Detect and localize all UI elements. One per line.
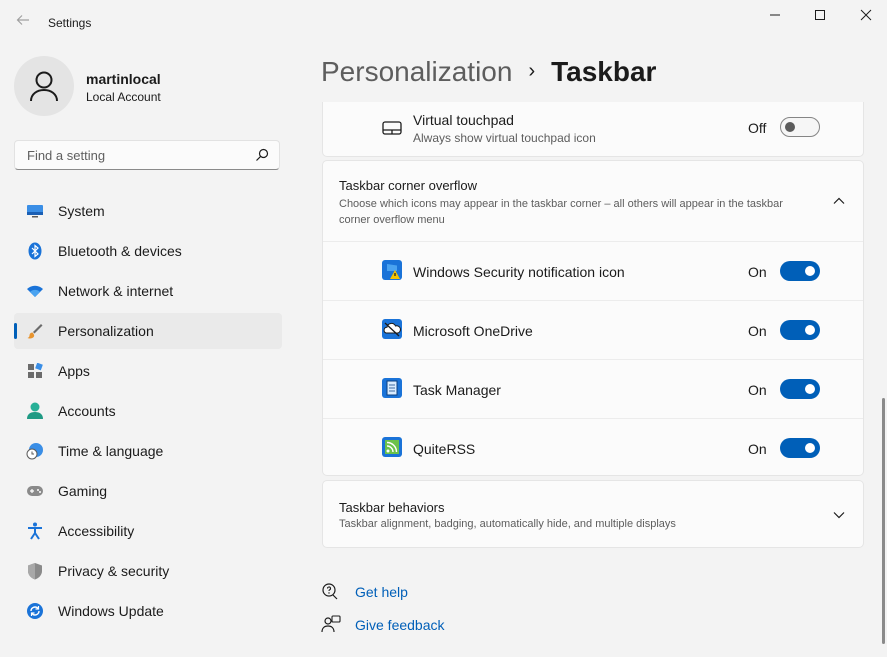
windows-security-icon [381,259,403,281]
touchpad-icon [381,117,403,139]
sidebar-item-accessibility[interactable]: Accessibility [14,513,282,549]
get-help-link[interactable]: Get help [321,582,408,602]
sidebar-nav: System Bluetooth & devices Network & int… [14,193,282,633]
sidebar-item-system[interactable]: System [14,193,282,229]
onedrive-toggle[interactable] [780,320,820,340]
divider [323,359,863,360]
help-icon [321,582,341,602]
toggle-state-label: On [748,323,767,339]
search-icon[interactable] [255,148,269,167]
sidebar-item-personalization[interactable]: Personalization [14,313,282,349]
minimize-button[interactable] [752,0,798,30]
virtual-touchpad-title: Virtual touchpad [413,112,514,128]
accessibility-icon [26,522,44,540]
corner-overflow-card: Taskbar corner overflow Choose which ico… [322,160,864,476]
overflow-item-label: QuiteRSS [413,441,476,457]
sidebar-item-label: Gaming [58,483,108,499]
task-manager-toggle[interactable] [780,379,820,399]
get-help-label[interactable]: Get help [355,584,408,600]
sidebar-item-apps[interactable]: Apps [14,353,282,389]
sidebar-item-label: Privacy & security [58,563,170,579]
corner-overflow-header[interactable]: Taskbar corner overflow Choose which ico… [323,161,863,241]
sidebar-item-privacy[interactable]: Privacy & security [14,553,282,589]
taskbar-behaviors-title: Taskbar behaviors [339,500,445,515]
update-icon [26,602,44,620]
give-feedback-link[interactable]: Give feedback [321,615,445,635]
sidebar-item-time-language[interactable]: Time & language [14,433,282,469]
toggle-state-label: Off [748,120,767,136]
sidebar-item-label: Apps [58,363,90,379]
close-button[interactable] [843,0,887,30]
sidebar-item-bluetooth[interactable]: Bluetooth & devices [14,233,282,269]
virtual-touchpad-subtitle: Always show virtual touchpad icon [413,131,596,145]
avatar[interactable] [14,56,74,116]
divider [323,418,863,419]
taskbar-behaviors-card[interactable]: Taskbar behaviors Taskbar alignment, bad… [322,480,864,548]
maximize-icon [815,10,825,20]
sidebar-item-label: Accessibility [58,523,135,539]
system-icon [26,202,44,220]
chevron-up-icon[interactable] [831,193,847,209]
taskbar-behaviors-description: Taskbar alignment, badging, automaticall… [339,518,676,530]
sidebar-item-label: Bluetooth & devices [58,243,182,259]
sidebar-item-label: System [58,203,105,219]
breadcrumb-separator: › [528,60,536,82]
clock-globe-icon [26,442,44,460]
close-icon [860,9,872,21]
task-manager-icon [381,377,403,399]
sidebar-item-gaming[interactable]: Gaming [14,473,282,509]
page-title: Taskbar [551,56,657,87]
sidebar-item-network[interactable]: Network & internet [14,273,282,309]
sidebar-item-label: Time & language [58,443,164,459]
search-input[interactable] [25,147,249,164]
overflow-item-label: Task Manager [413,382,501,398]
wifi-icon [26,282,44,300]
shield-icon [26,562,44,580]
app-title: Settings [48,16,92,30]
sidebar-item-label: Personalization [58,323,154,339]
sidebar-item-label: Windows Update [58,603,164,619]
quiterss-toggle[interactable] [780,438,820,458]
account-type: Local Account [86,90,161,104]
bluetooth-icon [26,242,44,260]
give-feedback-label[interactable]: Give feedback [355,617,445,633]
accounts-icon [26,402,44,420]
divider [323,241,863,242]
divider [323,300,863,301]
sidebar-item-accounts[interactable]: Accounts [14,393,282,429]
sidebar-item-label: Accounts [58,403,116,419]
gamepad-icon [26,482,44,500]
corner-overflow-title: Taskbar corner overflow [339,178,477,193]
scrollbar[interactable] [882,398,885,644]
overflow-item-label: Microsoft OneDrive [413,323,533,339]
chevron-down-icon[interactable] [831,507,847,523]
feedback-icon [321,615,341,635]
corner-overflow-description: Choose which icons may appear in the tas… [339,198,783,226]
quiterss-icon [381,436,403,458]
search-box[interactable] [14,140,280,170]
back-arrow-icon[interactable] [12,12,34,34]
sidebar-item-label: Network & internet [58,283,174,299]
user-icon [30,71,58,102]
minimize-icon [770,14,780,16]
windows-security-toggle[interactable] [780,261,820,281]
virtual-touchpad-toggle[interactable] [780,117,820,137]
virtual-touchpad-card: Virtual touchpad Always show virtual tou… [322,102,864,157]
sidebar-item-windows-update[interactable]: Windows Update [14,593,282,629]
onedrive-icon [381,318,403,340]
brush-icon [26,322,44,340]
toggle-state-label: On [748,382,767,398]
breadcrumb: Personalization › Taskbar [321,56,656,88]
toggle-state-label: On [748,264,767,280]
maximize-button[interactable] [797,0,843,30]
overflow-item-label: Windows Security notification icon [413,264,625,280]
toggle-state-label: On [748,441,767,457]
breadcrumb-parent[interactable]: Personalization [321,56,512,87]
apps-icon [26,362,44,380]
profile-name: martinlocal [86,71,161,87]
title-bar: Settings [0,0,887,46]
